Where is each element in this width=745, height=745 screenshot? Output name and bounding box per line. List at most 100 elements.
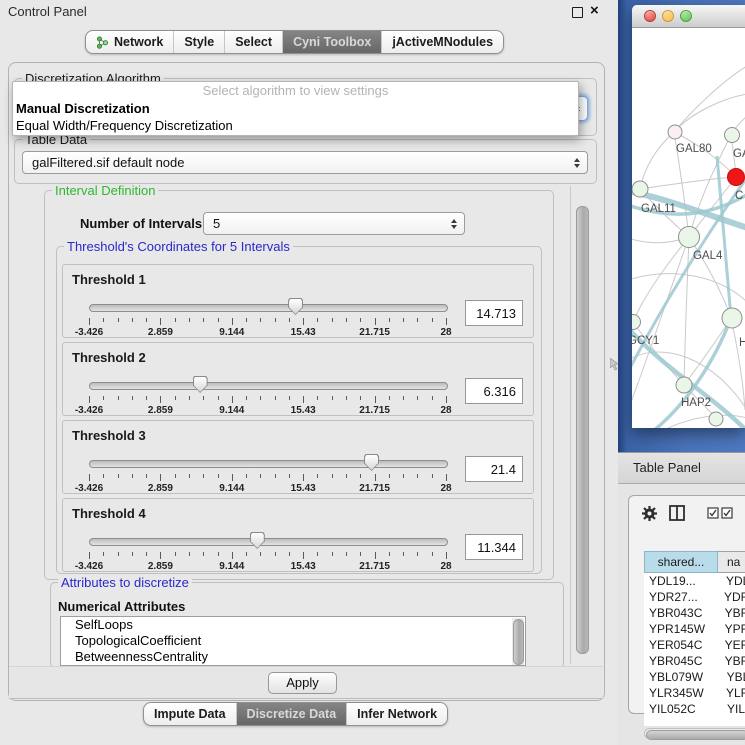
tick-mark <box>446 396 447 403</box>
tick-mark <box>446 318 447 325</box>
network-node-gal80[interactable] <box>668 125 682 139</box>
slider-thumb[interactable] <box>250 532 265 549</box>
tick-mark <box>275 552 276 556</box>
network-node-ga[interactable] <box>725 128 740 143</box>
tick-mark <box>246 318 247 322</box>
tab-cyni-toolbox[interactable]: Cyni Toolbox <box>283 31 382 53</box>
panel-scrollbar[interactable] <box>575 186 589 664</box>
table-hscrollbar-thumb[interactable] <box>646 730 745 740</box>
table-row[interactable]: YDL19...YDL1 <box>644 573 745 589</box>
network-node-gcy1[interactable] <box>632 315 641 330</box>
network-canvas[interactable]: GAL80GACGAL11GAL4GCY1HHAP2 <box>632 28 745 428</box>
slider-track[interactable] <box>89 304 448 312</box>
network-node-h[interactable] <box>722 308 742 328</box>
numerical-attributes-list[interactable]: SelfLoopsTopologicalCoefficientBetweenne… <box>60 616 526 666</box>
tick-mark <box>417 396 418 400</box>
gear-icon[interactable] <box>641 505 658 522</box>
tick-label: 9.144 <box>219 483 244 494</box>
table-cell: YER054C <box>644 637 716 653</box>
attribute-list-item[interactable]: SelfLoops <box>61 617 525 633</box>
attribute-list-item[interactable]: TopologicalCoefficient <box>61 633 525 649</box>
slider-track[interactable] <box>89 382 448 390</box>
threshold-value-field[interactable] <box>465 300 523 326</box>
slider-thumb[interactable] <box>193 376 208 393</box>
interval-definition-title: Interval Definition <box>52 184 158 197</box>
tick-mark <box>118 552 119 556</box>
tick-label: 28 <box>440 561 451 572</box>
tick-mark <box>103 396 104 400</box>
zoom-window-icon[interactable] <box>680 10 692 22</box>
tick-mark <box>103 552 104 556</box>
table-row[interactable]: YER054CYER0 <box>644 637 745 653</box>
slider-track[interactable] <box>89 460 448 468</box>
table-row[interactable]: YDR27...YDR2 <box>644 589 745 605</box>
network-node-gal11[interactable] <box>632 181 648 197</box>
network-window-titlebar[interactable] <box>632 5 745 28</box>
close-window-icon[interactable] <box>644 10 656 22</box>
slider-thumb[interactable] <box>288 298 303 315</box>
split-columns-icon[interactable] <box>669 505 685 521</box>
threshold-value-field[interactable] <box>465 378 523 404</box>
tick-label: -3.426 <box>75 483 103 494</box>
tick-mark <box>203 474 204 478</box>
node-label: GCY1 <box>632 335 659 347</box>
tick-mark <box>146 396 147 400</box>
checkbox-icons[interactable] <box>707 507 733 519</box>
table-data-combobox[interactable]: galFiltered.sif default node <box>22 151 588 174</box>
tick-mark <box>332 552 333 556</box>
tab-style[interactable]: Style <box>174 31 225 53</box>
list-scrollbar[interactable] <box>512 618 524 665</box>
list-scrollbar-thumb[interactable] <box>513 619 524 665</box>
tab-jactivemnodules[interactable]: jActiveMNodules <box>382 31 503 53</box>
minimize-window-icon[interactable] <box>662 10 674 22</box>
slider-tick-labels: -3.4262.8599.14415.4321.71528 <box>89 327 446 337</box>
network-node-hap2[interactable] <box>676 377 692 393</box>
numerical-attributes-label: Numerical Attributes <box>58 599 185 614</box>
table-row[interactable]: YIL052CYIL0 <box>644 701 745 717</box>
tick-mark <box>218 396 219 400</box>
number-of-intervals-combobox[interactable]: 5 <box>203 212 465 235</box>
tick-mark <box>146 552 147 556</box>
network-node-c[interactable] <box>728 169 745 186</box>
threshold-value-field[interactable] <box>465 456 523 482</box>
tab-impute-data[interactable]: Impute Data <box>144 703 237 725</box>
column-header[interactable]: na <box>718 551 745 573</box>
threshold-panel: Threshold 4-3.4262.8599.14415.4321.71528 <box>62 498 534 572</box>
tick-mark <box>160 396 161 403</box>
close-panel-icon[interactable]: × <box>590 1 599 21</box>
network-node-gal4[interactable] <box>679 227 700 248</box>
tab-discretize-data[interactable]: Discretize Data <box>237 703 348 725</box>
threshold-value-field[interactable] <box>465 534 523 560</box>
number-of-intervals-label: Number of Intervals <box>80 216 202 231</box>
tab-infer-network[interactable]: Infer Network <box>347 703 447 725</box>
table-row[interactable]: YBL079WYBL0 <box>644 669 745 685</box>
scrollpane-edge <box>570 186 571 664</box>
tick-label: 15.43 <box>291 405 316 416</box>
table-hscrollbar[interactable] <box>644 728 745 739</box>
slider-thumb[interactable] <box>364 454 379 471</box>
dropdown-option[interactable]: Equal Width/Frequency Discretization <box>13 117 578 134</box>
slider-track[interactable] <box>89 538 448 546</box>
network-node[interactable] <box>709 412 723 426</box>
table-rows: YDL19...YDL1YDR27...YDR2YBR043CYBR0YPR14… <box>644 573 745 726</box>
tab-select[interactable]: Select <box>225 31 283 53</box>
control-panel-tabbar: NetworkStyleSelectCyni ToolboxjActiveMNo… <box>85 30 504 54</box>
table-row[interactable]: YBR043CYBR0 <box>644 605 745 621</box>
float-panel-icon[interactable] <box>572 7 583 18</box>
node-label: H <box>739 337 745 349</box>
attribute-list-item[interactable]: BetweennessCentrality <box>61 649 525 665</box>
node-label: C <box>735 190 743 202</box>
tab-network[interactable]: Network <box>86 31 174 53</box>
table-row[interactable]: YBR045CYBR0 <box>644 653 745 669</box>
panel-scrollbar-thumb[interactable] <box>576 206 589 654</box>
table-row[interactable]: YPR145WYPR1 <box>644 621 745 637</box>
tick-mark <box>89 552 90 559</box>
tick-mark <box>203 318 204 322</box>
threshold-label: Threshold 4 <box>72 506 146 521</box>
dropdown-option[interactable]: Manual Discretization <box>13 100 578 117</box>
tick-mark <box>417 474 418 478</box>
column-header[interactable]: shared... <box>644 551 718 573</box>
tick-mark <box>375 318 376 325</box>
apply-button[interactable]: Apply <box>268 672 337 694</box>
table-row[interactable]: YLR345WYLR3 <box>644 685 745 701</box>
